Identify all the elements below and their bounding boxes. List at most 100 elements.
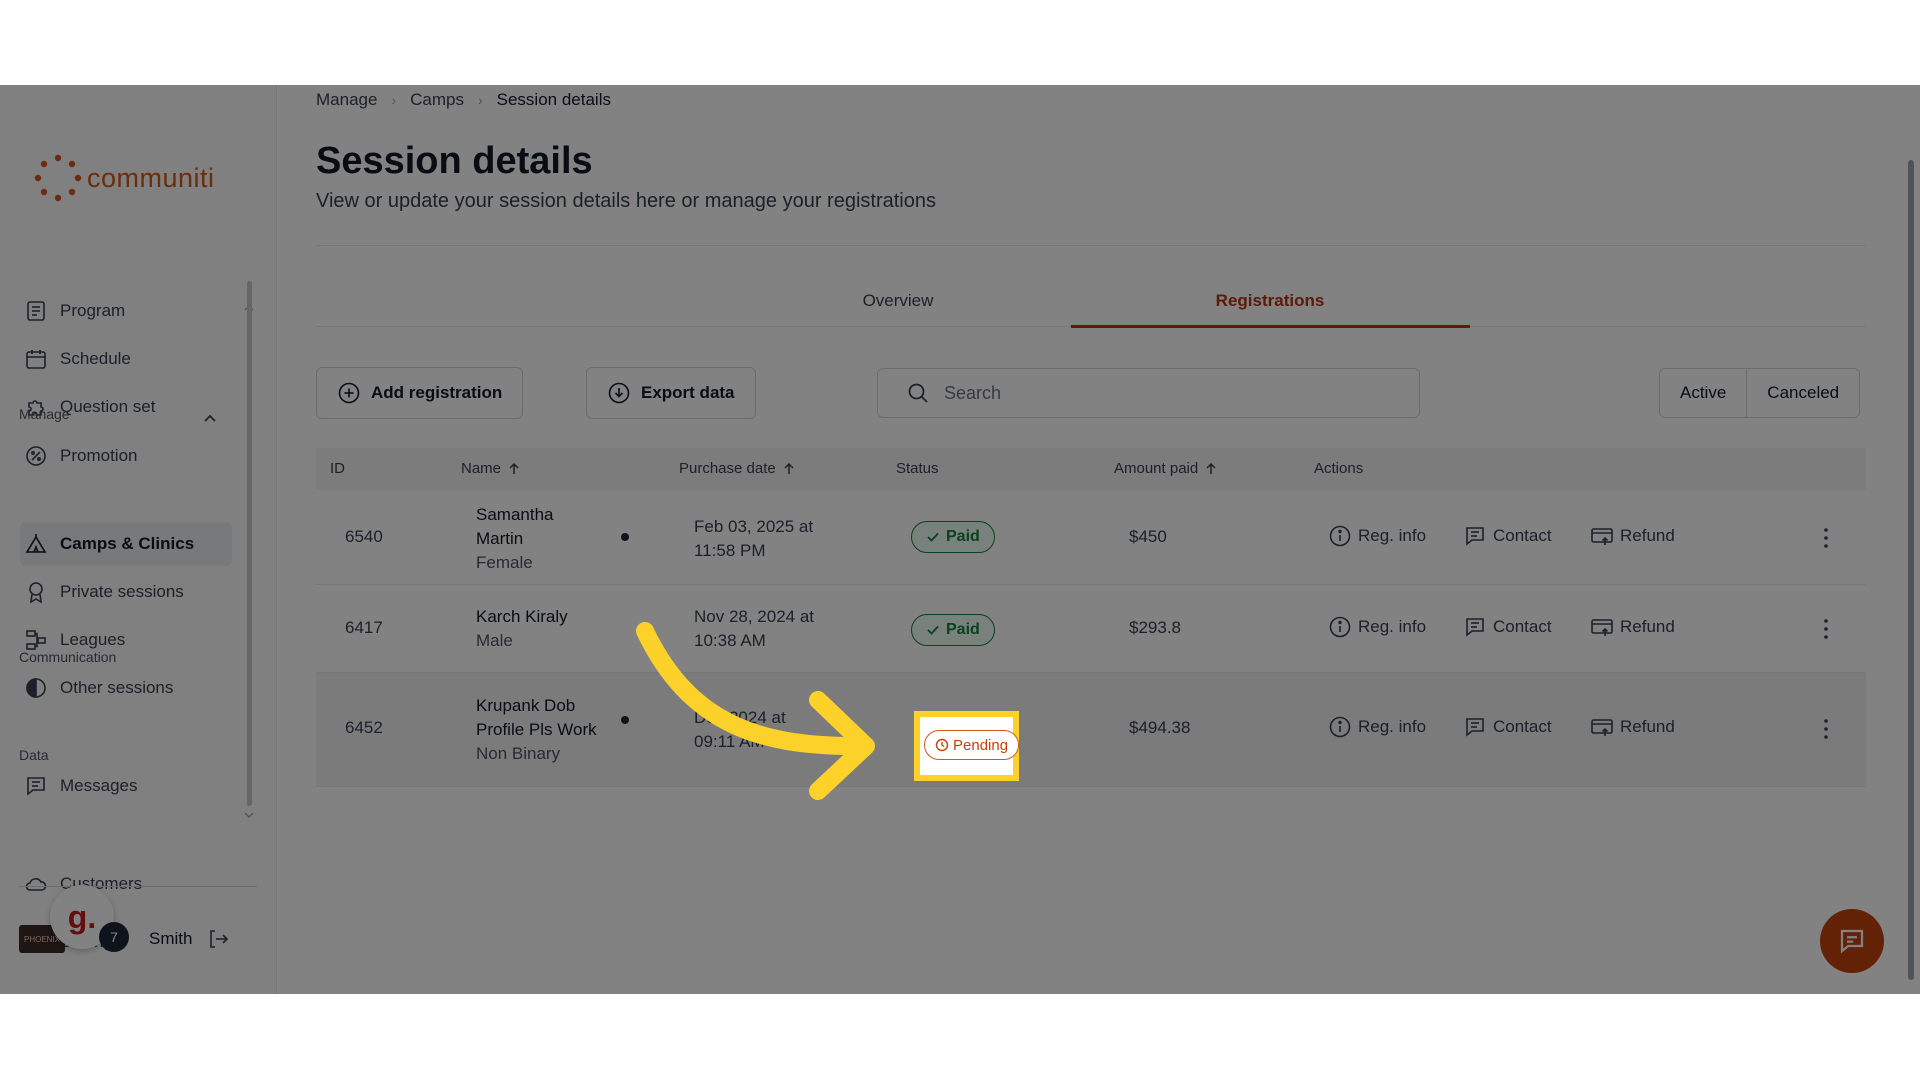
logo-text: communiti bbox=[87, 162, 215, 193]
export-data-button[interactable]: Export data bbox=[586, 367, 756, 419]
sidebar-scrollbar[interactable] bbox=[247, 281, 252, 806]
row-gender: Male bbox=[476, 631, 513, 650]
row-name[interactable]: Karch Kiraly Male bbox=[476, 605, 568, 653]
more-options-icon[interactable] bbox=[1823, 717, 1829, 741]
tutorial-highlight-box: Pending bbox=[914, 711, 1020, 781]
scroll-down-icon[interactable] bbox=[244, 810, 254, 820]
name-line: Martin bbox=[476, 529, 524, 548]
sidebar-item-label: Messages bbox=[60, 776, 138, 795]
message-icon bbox=[1466, 618, 1484, 637]
refund-label: Refund bbox=[1620, 717, 1675, 736]
reg-info-button[interactable]: Reg. info bbox=[1328, 615, 1426, 639]
sidebar-item-label: Program bbox=[60, 301, 126, 320]
chat-support-button[interactable] bbox=[1820, 909, 1884, 973]
status-badge-pending[interactable]: Pending bbox=[924, 730, 1020, 760]
sidebar-item-label: Leagues bbox=[60, 630, 126, 649]
row-id: 6540 bbox=[345, 527, 383, 546]
contact-button[interactable]: Contact bbox=[1463, 715, 1552, 739]
breadcrumb-current: Session details bbox=[496, 90, 611, 109]
row-name[interactable]: Krupank Dob Profile Pls Work Non Binary bbox=[476, 694, 597, 766]
refund-button[interactable]: Refund bbox=[1590, 715, 1675, 739]
contact-button[interactable]: Contact bbox=[1463, 524, 1552, 548]
sidebar-item-program[interactable]: Program bbox=[20, 289, 232, 333]
tab-registrations[interactable]: Registrations bbox=[1190, 291, 1350, 311]
sort-arrow-up-icon[interactable] bbox=[1204, 462, 1218, 476]
filter-active-button[interactable]: Active bbox=[1660, 369, 1746, 417]
sort-arrow-up-icon[interactable] bbox=[507, 462, 521, 476]
table-row[interactable]: 6452 Krupank Dob Profile Pls Work Non Bi… bbox=[316, 673, 1866, 787]
check-icon bbox=[927, 625, 939, 635]
refund-button[interactable]: Refund bbox=[1590, 524, 1675, 548]
reg-info-button[interactable]: Reg. info bbox=[1328, 524, 1426, 548]
reg-info-label: Reg. info bbox=[1358, 617, 1427, 636]
divider bbox=[316, 245, 1866, 246]
date-line: Feb 03, 2025 at bbox=[694, 517, 814, 536]
reg-info-button[interactable]: Reg. info bbox=[1328, 715, 1426, 739]
sidebar-divider bbox=[19, 886, 257, 887]
filter-canceled-button[interactable]: Canceled bbox=[1746, 369, 1859, 417]
tab-overview[interactable]: Overview bbox=[858, 291, 938, 311]
column-id: ID bbox=[330, 460, 345, 477]
column-purchase-date[interactable]: Purchase date bbox=[679, 460, 796, 477]
status-label: Pending bbox=[953, 736, 1009, 754]
search-icon bbox=[908, 383, 928, 403]
sort-arrow-up-icon[interactable] bbox=[782, 462, 796, 476]
sidebar-item-label: Camps & Clinics bbox=[60, 534, 195, 553]
message-icon bbox=[27, 777, 45, 796]
row-amount: $494.38 bbox=[1129, 718, 1191, 737]
percent-icon bbox=[26, 446, 46, 466]
refund-label: Refund bbox=[1620, 526, 1675, 545]
reg-info-label: Reg. info bbox=[1358, 526, 1427, 545]
search-box[interactable] bbox=[877, 368, 1420, 418]
section-manage[interactable]: Manage bbox=[19, 406, 70, 422]
logo-ring-icon bbox=[34, 154, 82, 202]
breadcrumb: Manage › Camps › Session details bbox=[316, 90, 611, 110]
table-row[interactable]: 6540 Samantha Martin Female Feb 03, 2025… bbox=[316, 490, 1866, 585]
breadcrumb-manage[interactable]: Manage bbox=[316, 90, 377, 110]
notification-count-badge: 7 bbox=[99, 922, 129, 952]
sidebar-item-private-sessions[interactable]: Private sessions bbox=[20, 570, 232, 614]
more-options-icon[interactable] bbox=[1823, 617, 1829, 641]
breadcrumb-camps[interactable]: Camps bbox=[410, 90, 464, 110]
more-options-icon[interactable] bbox=[1823, 526, 1829, 550]
sidebar-item-label: Question set bbox=[60, 397, 156, 416]
search-input[interactable] bbox=[944, 382, 1384, 404]
status-badge-paid: Paid bbox=[911, 614, 995, 646]
column-purchase-date-label: Purchase date bbox=[679, 460, 776, 477]
sidebar-item-other-sessions[interactable]: Other sessions bbox=[20, 666, 232, 710]
date-line: Dec 2024 at bbox=[694, 708, 786, 727]
sidebar-item-schedule[interactable]: Schedule bbox=[20, 337, 232, 381]
communiti-logo[interactable]: communiti bbox=[33, 153, 215, 203]
app-window: communiti Program Schedule Question set … bbox=[0, 85, 1920, 994]
contact-label: Contact bbox=[1493, 617, 1552, 636]
main-scrollbar[interactable] bbox=[1908, 160, 1914, 980]
export-data-label: Export data bbox=[641, 383, 735, 402]
row-name[interactable]: Samantha Martin Female bbox=[476, 503, 554, 575]
sidebar-item-camps-clinics[interactable]: Camps & Clinics bbox=[20, 522, 232, 566]
breadcrumb-separator-icon: › bbox=[391, 92, 397, 108]
logout-icon[interactable] bbox=[206, 927, 230, 951]
date-line: Nov 28, 2024 at bbox=[694, 607, 815, 626]
sidebar-item-messages[interactable]: Messages bbox=[20, 764, 232, 808]
chevron-up-icon[interactable] bbox=[203, 413, 217, 423]
page-title: Session details bbox=[316, 140, 593, 182]
row-gender: Female bbox=[476, 553, 533, 572]
sidebar: communiti Program Schedule Question set … bbox=[0, 85, 277, 994]
sidebar-item-label: Private sessions bbox=[60, 582, 184, 601]
plus-circle-icon bbox=[338, 382, 360, 404]
column-name[interactable]: Name bbox=[461, 460, 521, 477]
column-amount-paid[interactable]: Amount paid bbox=[1114, 460, 1218, 477]
page-subtitle: View or update your session details here… bbox=[316, 190, 936, 212]
column-status: Status bbox=[896, 460, 939, 477]
table-row[interactable]: 6417 Karch Kiraly Male Nov 28, 2024 at 1… bbox=[316, 585, 1866, 673]
refund-button[interactable]: Refund bbox=[1590, 615, 1675, 639]
sidebar-item-label: Promotion bbox=[60, 446, 138, 465]
sidebar-item-customers[interactable]: Customers bbox=[20, 862, 232, 906]
contact-button[interactable]: Contact bbox=[1463, 615, 1552, 639]
message-icon bbox=[1466, 527, 1484, 546]
row-purchase-date: Feb 03, 2025 at 11:58 PM bbox=[694, 515, 813, 563]
refund-card-icon bbox=[1591, 719, 1613, 736]
cloud-icon bbox=[25, 878, 47, 891]
add-registration-button[interactable]: Add registration bbox=[316, 367, 524, 419]
sidebar-item-promotion[interactable]: Promotion bbox=[20, 434, 232, 478]
